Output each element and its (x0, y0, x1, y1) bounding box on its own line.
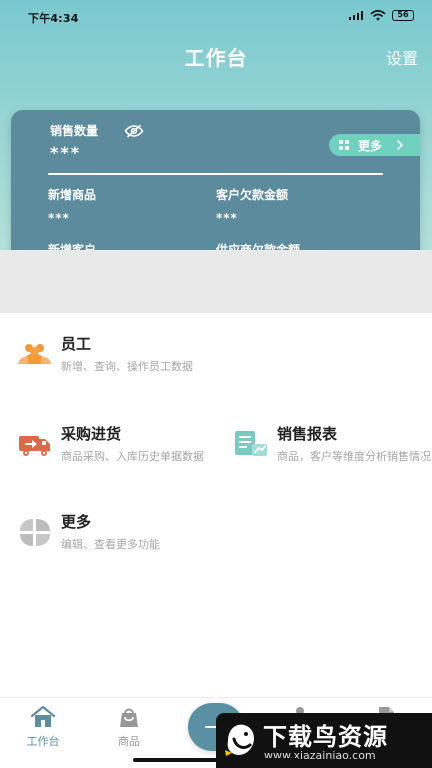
staff-description: 新增、查询、操作员工数据 (61, 360, 193, 373)
wifi-icon (370, 10, 386, 21)
sales-count-value: *** (50, 143, 82, 162)
more-title: 更多 (61, 513, 92, 531)
nav-goods[interactable]: 商品 (99, 705, 159, 749)
watermark-title: 下载鸟资源 (263, 723, 388, 751)
home-icon (30, 705, 56, 727)
nav-workbench[interactable]: 工作台 (13, 705, 73, 749)
status-icons: 56 (348, 9, 414, 21)
home-indicator (133, 758, 299, 762)
summary-divider (48, 173, 383, 175)
signal-icon (349, 11, 363, 20)
bird-logo-icon (225, 724, 254, 756)
more-grid-icon (20, 519, 50, 546)
staff-title: 员工 (61, 335, 92, 353)
customer-debt-value: *** (216, 211, 238, 225)
status-bar: 下午4:34 56 (0, 0, 432, 32)
staff-icon (18, 344, 51, 364)
new-products-value: *** (48, 211, 70, 225)
eye-off-icon[interactable] (124, 124, 144, 138)
workbench-screen: 下午4:34 56 工作台 设置 销售数量 *** 更多 新增商品 *** 客户… (0, 0, 432, 768)
new-products-label: 新增商品 (48, 188, 97, 202)
summary-more-label: 更多 (358, 138, 383, 153)
status-time: 下午4:34 (28, 12, 79, 25)
more-description: 编辑、查看更多功能 (61, 538, 160, 551)
truck-icon (19, 436, 50, 456)
customer-debt-label: 客户欠款金额 (216, 188, 289, 202)
purchase-title: 采购进货 (61, 425, 122, 443)
grid-icon (339, 139, 349, 150)
sales-report-title: 销售报表 (277, 425, 338, 443)
summary-band (0, 250, 432, 313)
nav-workbench-label: 工作台 (26, 735, 60, 748)
chevron-right-icon (397, 140, 403, 150)
page-title: 工作台 (184, 46, 248, 70)
settings-button[interactable]: 设置 (386, 45, 418, 69)
purchase-description: 商品采购、入库历史单据数据 (61, 450, 204, 463)
nav-goods-label: 商品 (118, 735, 140, 748)
summary-more-button[interactable]: 更多 (329, 134, 420, 156)
battery-icon: 56 (392, 9, 414, 21)
sales-count-label: 销售数量 (50, 124, 99, 138)
sales-report-description: 商品，客户等维度分析销售情况 (277, 450, 431, 463)
bag-icon (120, 708, 138, 727)
report-icon (235, 431, 267, 456)
